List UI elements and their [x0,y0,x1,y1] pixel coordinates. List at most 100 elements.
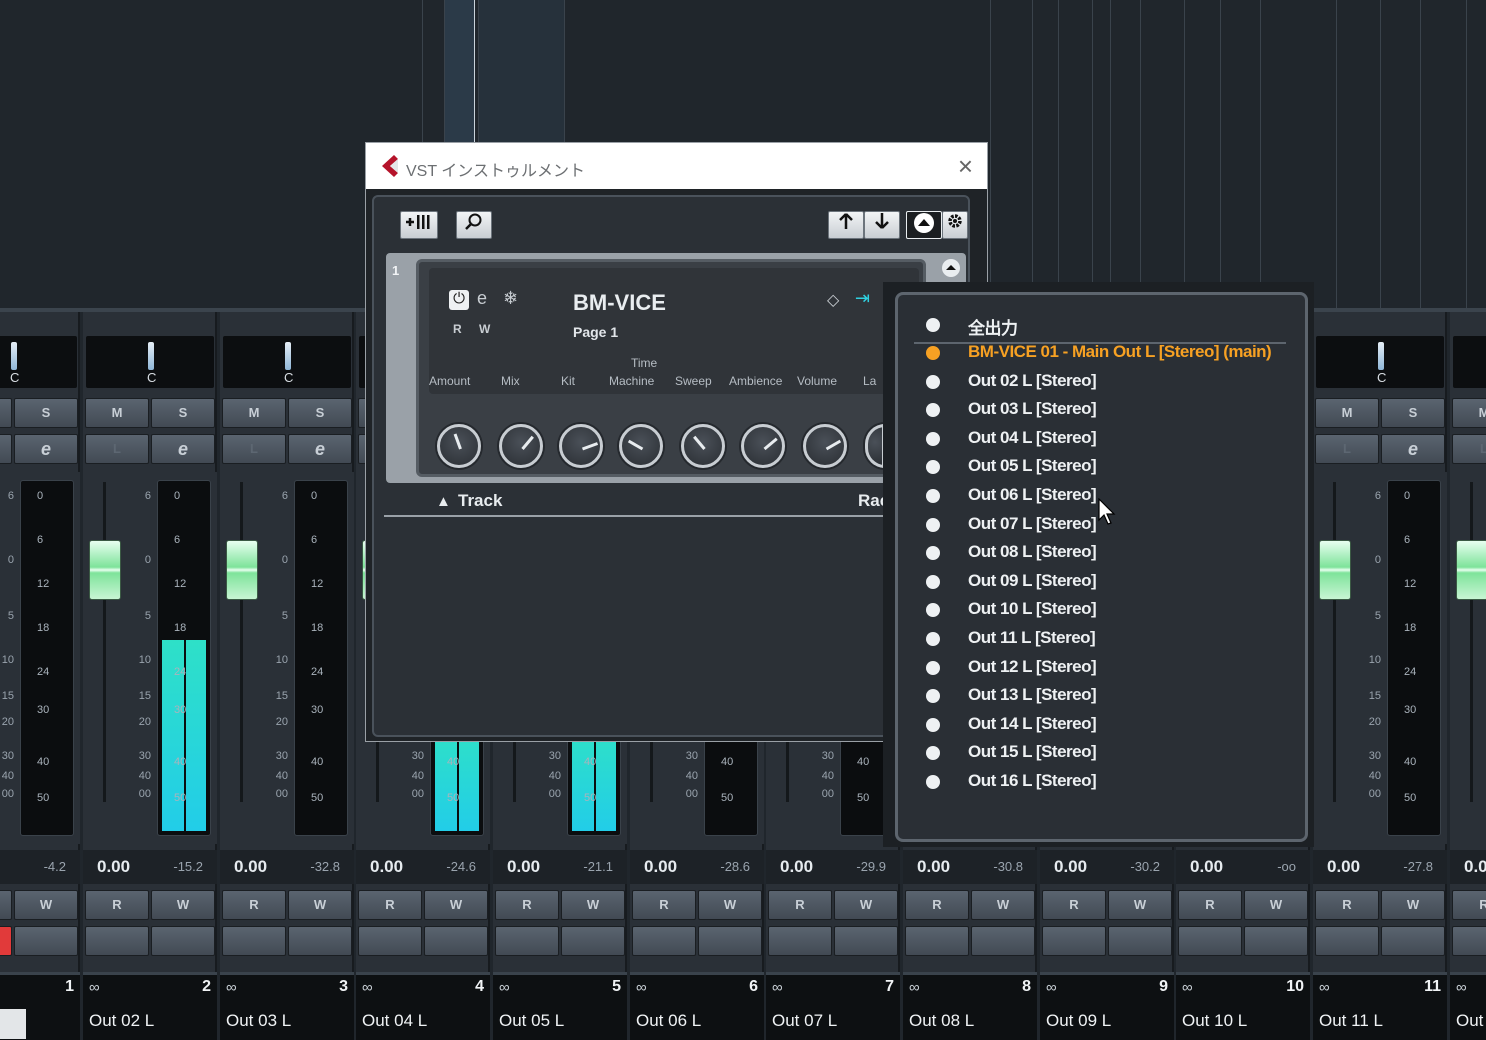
volume-value[interactable]: 0.00 [1327,857,1360,877]
move-down-button[interactable] [864,211,900,239]
add-instrument-button[interactable] [400,211,438,239]
write-automation-button[interactable]: W [479,322,490,336]
peak-value[interactable]: -27.8 [1403,859,1433,874]
channel-name[interactable]: Out [1456,1011,1483,1031]
peak-value[interactable]: -30.2 [1130,859,1160,874]
peak-value[interactable]: -21.1 [583,859,613,874]
channel-name[interactable]: ICE 01 [0,1009,26,1039]
menu-item-output[interactable]: Out 14 L [Stereo] [898,711,1308,739]
pan-control[interactable]: C [86,336,214,388]
read-button[interactable]: R [632,890,696,920]
listen-button[interactable]: L [1315,434,1379,464]
record-button[interactable] [632,926,696,956]
move-up-button[interactable] [828,211,864,239]
menu-item-output[interactable]: Out 15 L [Stereo] [898,739,1308,767]
write-button[interactable]: W [288,890,352,920]
search-button[interactable] [456,211,492,239]
param-knob[interactable] [437,424,481,468]
mute-button[interactable]: M [1315,398,1379,428]
channel-name[interactable]: Out 09 L [1046,1011,1111,1031]
pan-control[interactable] [1453,336,1486,388]
volume-value[interactable]: 0.00 [97,857,130,877]
record-button[interactable] [495,926,559,956]
channel-name[interactable]: Out 08 L [909,1011,974,1031]
close-icon[interactable]: × [958,151,973,182]
power-icon[interactable]: ⏻ [449,290,469,310]
volume-value[interactable]: 0.00 [507,857,540,877]
menu-item-output[interactable]: Out 10 L [Stereo] [898,596,1308,624]
menu-item-output[interactable]: Out 13 L [Stereo] [898,682,1308,710]
edit-button[interactable]: e [1381,434,1445,464]
link-icon[interactable]: ∞ [909,979,920,996]
channel-name[interactable]: Out 04 L [362,1011,427,1031]
edit-button[interactable]: e [151,434,215,464]
channel-name-strip[interactable]: ∞ 2 Out 02 L [83,972,217,1040]
channel-name-strip[interactable]: ∞ 7 Out 07 L [766,972,900,1040]
channel-name-strip[interactable]: ∞ 4 Out 04 L [356,972,490,1040]
read-button[interactable]: R [1042,890,1106,920]
menu-item-output[interactable]: Out 04 L [Stereo] [898,425,1308,453]
solo-button[interactable]: S [1381,398,1445,428]
write-button[interactable]: W [14,890,78,920]
menu-item-output[interactable]: Out 08 L [Stereo] [898,539,1308,567]
channel-name[interactable]: Out 10 L [1182,1011,1247,1031]
read-button[interactable]: R [0,890,12,920]
plugin-page[interactable]: Page 1 [573,324,618,340]
menu-item-output[interactable]: 全出力 [898,311,1308,339]
collapse-slot-icon[interactable] [942,259,960,277]
track-section-label[interactable]: Track [458,491,502,511]
read-button[interactable]: R [1315,890,1379,920]
channel-name-strip[interactable]: ∞ 3 Out 03 L [220,972,354,1040]
menu-item-output[interactable]: Out 03 L [Stereo] [898,396,1308,424]
peak-value[interactable]: -30.8 [993,859,1023,874]
mute-button[interactable]: M [1452,398,1486,428]
monitor-button[interactable] [834,926,898,956]
monitor-button[interactable] [1108,926,1172,956]
link-icon[interactable]: ∞ [499,979,510,996]
menu-item-output[interactable]: Out 05 L [Stereo] [898,453,1308,481]
write-button[interactable]: W [1244,890,1308,920]
pan-control[interactable]: C [1316,336,1444,388]
collapse-all-button[interactable] [906,211,942,239]
record-button[interactable] [1042,926,1106,956]
menu-item-output[interactable]: Out 12 L [Stereo] [898,654,1308,682]
link-icon[interactable]: ∞ [362,979,373,996]
freeze-icon[interactable]: ❄ [503,288,518,309]
param-knob[interactable] [803,424,847,468]
volume-value[interactable]: 0.00 [234,857,267,877]
link-icon[interactable]: ∞ [1046,979,1057,996]
monitor-button[interactable] [971,926,1035,956]
channel-name[interactable]: Out 02 L [89,1011,154,1031]
read-automation-button[interactable]: R [453,322,462,336]
link-icon[interactable]: ∞ [636,979,647,996]
channel-name-strip[interactable]: ∞ 8 Out 08 L [903,972,1037,1040]
link-icon[interactable]: ∞ [772,979,783,996]
mute-button[interactable]: M [222,398,286,428]
settings-button[interactable] [942,211,968,239]
channel-name[interactable]: Out 07 L [772,1011,837,1031]
listen-button[interactable]: L [222,434,286,464]
record-button[interactable] [1452,926,1486,956]
listen-button[interactable]: L [0,434,12,464]
listen-button[interactable]: L [85,434,149,464]
monitor-button[interactable] [561,926,625,956]
param-knob[interactable] [865,424,898,468]
monitor-button[interactable] [1381,926,1445,956]
peak-value[interactable]: -oo [1277,859,1296,874]
read-button[interactable]: R [1178,890,1242,920]
read-button[interactable]: R [905,890,969,920]
record-button[interactable] [222,926,286,956]
record-button[interactable] [358,926,422,956]
write-button[interactable]: W [971,890,1035,920]
peak-value[interactable]: -32.8 [310,859,340,874]
edit-icon[interactable]: e [477,288,487,309]
param-knob[interactable] [681,424,725,468]
menu-item-output[interactable]: Out 11 L [Stereo] [898,625,1308,653]
link-icon[interactable]: ∞ [89,979,100,996]
instrument-slot[interactable]: 1 ⏻ e ❄ R W BM-VICE Page 1 ◇ ⇥ Time Amou… [386,253,966,483]
channel-name[interactable]: Out 05 L [499,1011,564,1031]
write-button[interactable]: W [151,890,215,920]
peak-value[interactable]: -28.6 [720,859,750,874]
output-icon[interactable]: ⇥ [855,288,870,309]
write-button[interactable]: W [1381,890,1445,920]
